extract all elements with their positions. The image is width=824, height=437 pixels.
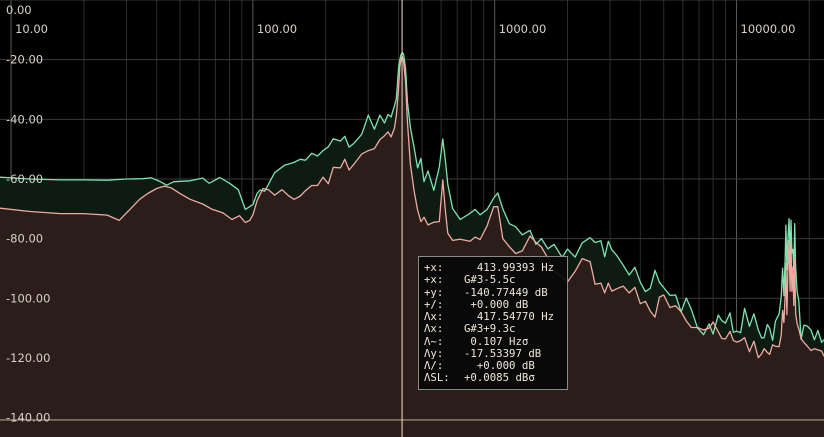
readout-label: Λx: [424,322,444,336]
spectrum-fills [0,52,824,437]
x-tick-label: 100.00 [257,22,297,36]
y-tick-label: -80.00 [6,232,43,246]
y-tick-label: -60.00 [6,172,43,186]
spectrum-analyzer: 10.00 100.00 1000.00 10000.00 0.00 -20.00 -40.… [0,0,824,437]
readout-label: +x: [424,273,444,287]
readout-label: +y: [424,285,444,299]
series-fill-2 [0,56,824,437]
readout-row: Λ~: 0.107 Hzσ [424,334,567,348]
y-tick-label: -120.00 [6,351,50,365]
cursor-readout-panel: +x: 413.99393 Hz +x: G#3-5.5c +y: -140.77449… [418,256,568,390]
readout-value: -140.77449 dB [464,285,548,299]
readout-row: +y: -140.77449 dB [424,285,567,299]
y-tick-label: 0.00 [6,3,32,17]
x-tick-label: 1000.00 [499,22,547,36]
readout-value: 0.107 Hzσ [464,334,529,348]
readout-row: ΛSL: +0.0085 dBσ [424,371,567,385]
readout-label: Λ~: [424,334,444,348]
y-tick-label: -100.00 [6,291,50,305]
readout-row: +x: G#3-5.5c [424,273,567,287]
spectrum-plot[interactable]: 10.00 100.00 1000.00 10000.00 0.00 -20.00 -40.… [0,0,824,437]
y-tick-label: -20.00 [6,53,43,67]
y-tick-label: -140.00 [6,411,50,425]
y-tick-label: -40.00 [6,112,43,126]
readout-value: G#3+9.3c [464,322,516,336]
readout-value: G#3-5.5c [464,273,516,287]
readout-row: Λx: G#3+9.3c [424,322,567,336]
x-tick-label: 10000.00 [741,22,796,36]
readout-value: +0.0085 dBσ [464,371,535,385]
x-tick-label: 10.00 [15,22,48,36]
readout-label: ΛSL: [424,371,450,385]
